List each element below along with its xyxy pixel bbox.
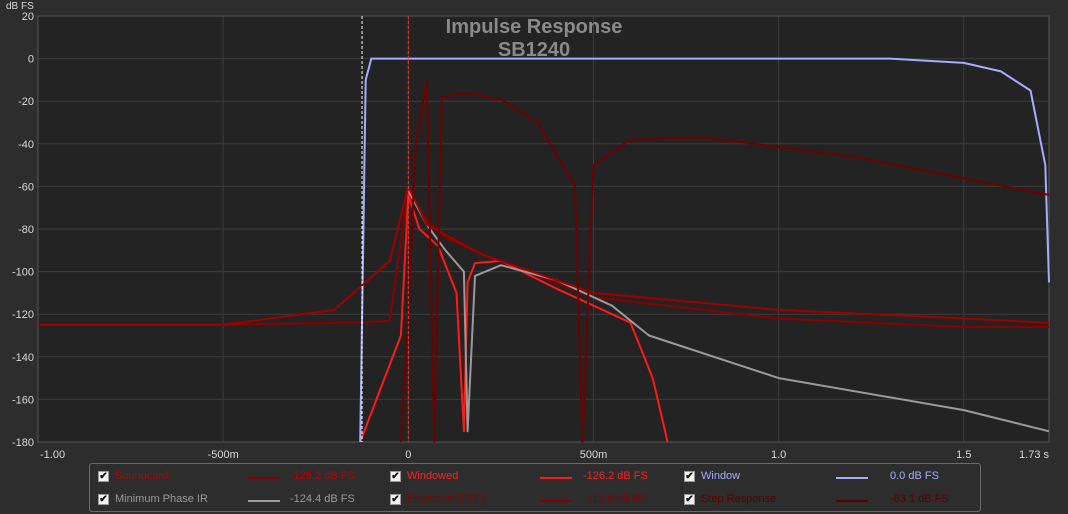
x-tick-label: -500m [208, 449, 239, 461]
x-tick-label: 1.5 [956, 449, 971, 461]
step-response-checkbox[interactable]: ✔ [684, 494, 695, 505]
legend-item-windowed[interactable]: ✔ Windowed -126.2 dB FS [390, 469, 680, 487]
y-tick-label: 20 [22, 11, 34, 23]
windowed-label: Windowed [407, 470, 459, 482]
window-checkbox[interactable]: ✔ [684, 471, 695, 482]
windowed-checkbox[interactable]: ✔ [390, 471, 401, 482]
soundcard-value: -126.2 dB FS [290, 470, 355, 482]
y-tick-label: -20 [18, 96, 34, 108]
y-tick-label: -80 [18, 224, 34, 236]
y-axis-label: dB FS [6, 1, 34, 12]
envelope-etc-value: -113.8 dB FS [583, 493, 647, 505]
legend-item-window[interactable]: ✔ Window 0.0 dB FS [684, 469, 974, 487]
step-response-label: Step Response [701, 493, 777, 505]
windowed-swatch [540, 477, 572, 479]
legend-item-minimum-phase-ir[interactable]: ✔ Minimum Phase IR -124.4 dB FS [98, 492, 378, 510]
step-response-swatch [836, 500, 868, 502]
y-tick-label: -100 [12, 267, 34, 279]
window-swatch [836, 477, 868, 479]
envelope-etc-checkbox[interactable]: ✔ [390, 494, 401, 505]
x-tick-label: 1.73 s [1019, 449, 1049, 461]
legend-item-envelope-etc[interactable]: ✔ Envelope (ETC) -113.8 dB FS [390, 492, 680, 510]
y-tick-label: -140 [12, 352, 34, 364]
y-tick-label: -60 [18, 181, 34, 193]
minimum-phase-ir-swatch [248, 500, 280, 502]
soundcard-label: Soundcard [115, 470, 169, 482]
minimum-phase-ir-checkbox[interactable]: ✔ [98, 494, 109, 505]
step-response-value: -63.1 dB FS [890, 493, 949, 505]
legend-panel: ✔ Soundcard -126.2 dB FS ✔ Windowed -126… [89, 463, 981, 512]
y-tick-label: -180 [12, 437, 34, 449]
soundcard-swatch [248, 477, 280, 479]
envelope-etc-label: Envelope (ETC) [407, 493, 486, 505]
legend-item-step-response[interactable]: ✔ Step Response -63.1 dB FS [684, 492, 974, 510]
x-tick-label: 500m [580, 449, 608, 461]
impulse-response-chart: 20 0 -20 -40 -60 -80 -100 -120 -140 -160 -180 -1.00… [6, 1, 1050, 461]
window-value: 0.0 dB FS [890, 470, 939, 482]
legend-item-soundcard[interactable]: ✔ Soundcard -126.2 dB FS [98, 469, 378, 487]
minimum-phase-ir-value: -124.4 dB FS [290, 493, 355, 505]
y-tick-label: -40 [18, 139, 34, 151]
chart-title: Impulse Response [446, 16, 623, 38]
y-tick-label: 0 [28, 54, 34, 66]
x-tick-label: 1.0 [771, 449, 786, 461]
windowed-value: -126.2 dB FS [583, 470, 648, 482]
x-tick-label: 0 [405, 449, 411, 461]
chart-subtitle: SB1240 [498, 39, 570, 61]
y-tick-label: -160 [12, 394, 34, 406]
window-label: Window [701, 470, 741, 482]
envelope-etc-swatch [540, 500, 572, 502]
minimum-phase-ir-label: Minimum Phase IR [115, 493, 208, 505]
soundcard-checkbox[interactable]: ✔ [98, 471, 109, 482]
y-tick-label: -120 [12, 309, 34, 321]
x-tick-label: -1.00 [40, 449, 65, 461]
